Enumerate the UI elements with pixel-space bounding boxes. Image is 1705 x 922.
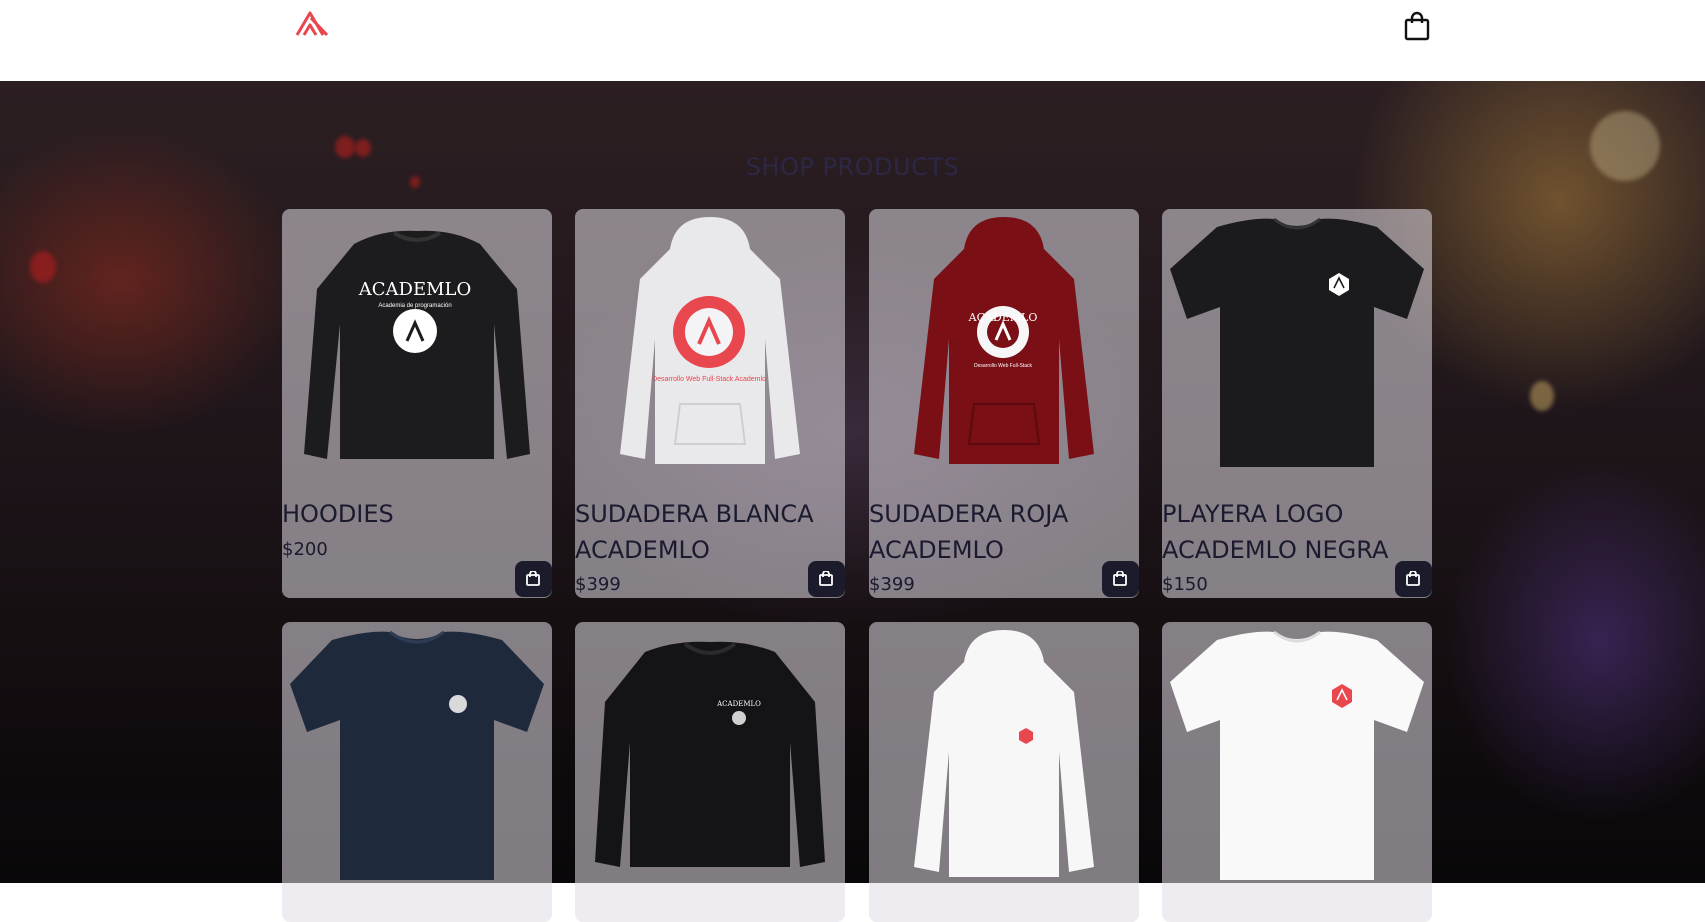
add-to-cart-button[interactable] — [1102, 561, 1139, 597]
product-price: $399 — [575, 574, 621, 595]
product-name[interactable]: HOODIES — [282, 496, 532, 532]
product-name[interactable]: SUDADERA BLANCA ACADEMLO — [575, 496, 825, 568]
add-to-cart-button[interactable] — [515, 561, 552, 597]
product-image[interactable] — [869, 622, 1139, 892]
product-card[interactable]: PLAYERA LOGO ACADEMLO NEGRA $150 — [1162, 209, 1432, 598]
product-art-text: Desarrollo Web Full-Stack — [974, 363, 1032, 369]
academlo-logo-icon[interactable] — [294, 10, 330, 37]
product-card[interactable]: Desarrollo Web Full-Stack Academlo SUDAD… — [575, 209, 845, 598]
product-art-text: Desarrollo Web Full-Stack Academlo — [652, 376, 766, 383]
product-price: $399 — [869, 574, 915, 595]
product-image[interactable]: ACADEMLO Desarrollo Web Full-Stack — [869, 209, 1139, 479]
product-card[interactable] — [869, 622, 1139, 922]
product-image[interactable] — [1162, 622, 1432, 892]
product-image[interactable] — [282, 622, 552, 892]
add-to-cart-button[interactable] — [808, 561, 845, 597]
product-image[interactable]: ACADEMLO Academia de programación — [282, 209, 552, 479]
product-card[interactable]: ACADEMLO Academia de programación HOODIE… — [282, 209, 552, 598]
product-price: $150 — [1162, 574, 1208, 595]
product-art-text: ACADEMLO — [968, 311, 1038, 324]
product-image[interactable] — [1162, 209, 1432, 479]
product-card[interactable] — [1162, 622, 1432, 922]
product-art-text: ACADEMLO — [358, 279, 471, 300]
shopping-bag-icon[interactable] — [1402, 11, 1432, 41]
product-image[interactable]: ACADEMLO — [575, 622, 845, 892]
add-to-cart-button[interactable] — [1395, 561, 1432, 597]
product-card[interactable] — [282, 622, 552, 922]
product-art-text: ACADEMLO — [716, 700, 761, 708]
product-name[interactable]: SUDADERA ROJA ACADEMLO — [869, 496, 1119, 568]
add-to-cart-icon — [1113, 571, 1127, 586]
add-to-cart-icon — [819, 571, 833, 586]
product-name[interactable]: PLAYERA LOGO ACADEMLO NEGRA — [1162, 496, 1412, 568]
product-art-text: Academia de programación — [378, 303, 451, 309]
hero-background — [0, 81, 1705, 883]
product-card[interactable]: ACADEMLO Desarrollo Web Full-Stack SUDAD… — [869, 209, 1139, 598]
add-to-cart-icon — [1406, 571, 1420, 586]
product-image[interactable]: Desarrollo Web Full-Stack Academlo — [575, 209, 845, 479]
product-card[interactable]: ACADEMLO — [575, 622, 845, 922]
section-title: SHOP PRODUCTS — [745, 153, 960, 181]
navbar — [0, 0, 1705, 81]
product-price: $200 — [282, 539, 328, 560]
add-to-cart-icon — [526, 571, 540, 586]
